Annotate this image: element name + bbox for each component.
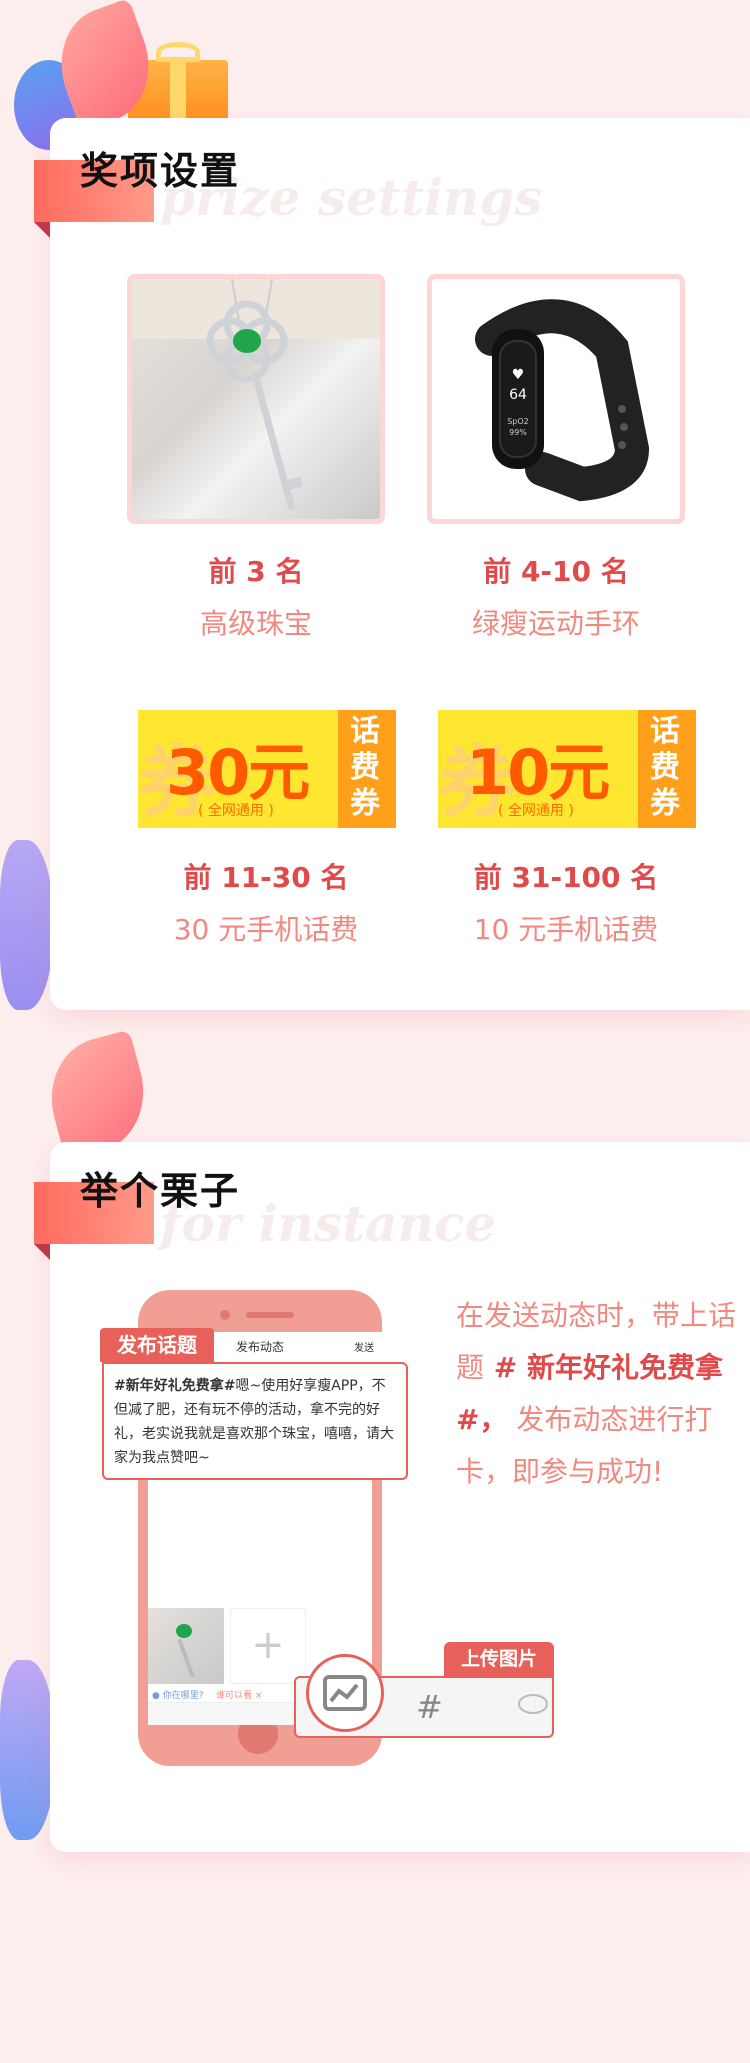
post-topic: #新年好礼免费拿# (114, 1378, 236, 1394)
eye-icon[interactable] (518, 1694, 548, 1714)
add-image-button[interactable]: + (230, 1608, 306, 1684)
prize-rank-1: 前 3 名 (208, 555, 304, 588)
prize-name-2: 绿瘦运动手环 (471, 607, 640, 640)
location-label: 你在哪里? (162, 1691, 204, 1701)
publish-topic-tag: 发布话题 (100, 1328, 214, 1362)
decor-blob-purple-2 (0, 1660, 56, 1840)
decor-leaf-pink-2 (37, 1029, 158, 1161)
svg-text:99%: 99% (509, 428, 527, 437)
coupon-side-label: 话费券 (350, 714, 380, 821)
prize-settings-card: prize settings 奖项设置 前 3 名 高级珠宝 ♥ 64 SpO2… (34, 118, 750, 1010)
hashtag-icon[interactable]: # (416, 1688, 443, 1726)
coupon-amount: 10元 (466, 736, 610, 809)
prize-rank-2: 前 4-10 名 (483, 555, 629, 588)
topbar-send-button[interactable]: 发送 (354, 1339, 374, 1354)
image-icon (323, 1675, 367, 1711)
coupon-note: ( 全网通用 ) (198, 803, 274, 819)
section-title: 奖项设置 (80, 149, 241, 193)
prize-name-3: 30 元手机话费 (173, 913, 359, 946)
coupon-30: 券 30元 ( 全网通用 ) 话费券 (138, 710, 396, 828)
post-content-box: #新年好礼免费拿#嗯~使用好享瘦APP，不但减了肥，还有玩不停的活动，拿不完的好… (102, 1362, 408, 1480)
phone-camera (220, 1310, 230, 1320)
svg-text:SpO2: SpO2 (507, 417, 529, 426)
ribbon-fold (34, 222, 50, 238)
instance-card: for instance 举个栗子 + ● 你在哪里? 谁可以看 × 发布话题 … (34, 1142, 750, 1852)
jewelry-image (127, 274, 385, 524)
prize-name-1: 高级珠宝 (199, 607, 312, 640)
image-upload-icon[interactable] (306, 1654, 384, 1732)
phone-topbar: 发布动态 发送 (214, 1332, 382, 1363)
ribbon-fold (34, 1244, 50, 1260)
coupon-10: 券 10元 ( 全网通用 ) 话费券 (438, 710, 696, 828)
phone-speaker (246, 1312, 294, 1318)
fitness-band-icon: ♥ 64 SpO2 99% (475, 299, 650, 502)
prize-name-4: 10 元手机话费 (473, 913, 659, 946)
svg-text:64: 64 (509, 387, 527, 403)
key-pendant-icon (132, 279, 380, 510)
coupon-side-label: 话费券 (650, 714, 680, 821)
coupon-amount: 30元 (166, 736, 310, 809)
coupon-note: ( 全网通用 ) (498, 803, 574, 819)
decor-blob-purple (0, 840, 54, 1010)
section-title: 举个栗子 (80, 1169, 241, 1213)
visibility-chip[interactable]: 谁可以看 × (216, 1688, 262, 1701)
prize-rank-4: 前 31-100 名 (473, 861, 659, 894)
topbar-title: 发布动态 (236, 1340, 285, 1354)
instruction-text: 在发送动态时，带上话题 # 新年好礼免费拿 #， 发布动态进行打卡，即参与成功! (456, 1290, 736, 1498)
svg-text:♥: ♥ (512, 367, 525, 383)
post-thumbnail (148, 1608, 224, 1684)
location-chip[interactable]: ● 你在哪里? (152, 1688, 204, 1701)
prize-rank-3: 前 11-30 名 (183, 861, 349, 894)
upload-image-tag: 上传图片 (444, 1642, 554, 1676)
fitness-band-image: ♥ 64 SpO2 99% (427, 274, 685, 524)
